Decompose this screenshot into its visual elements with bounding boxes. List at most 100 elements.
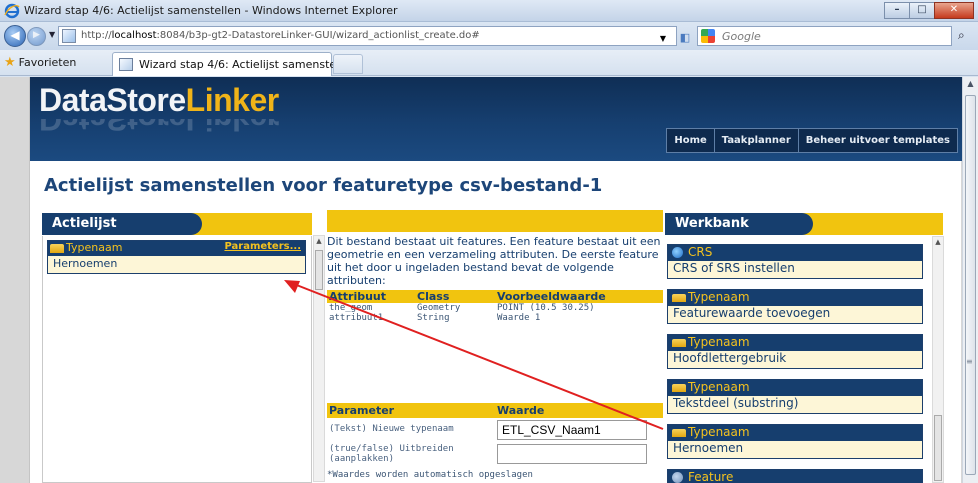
- action-type: Typenaam: [66, 241, 123, 254]
- scroll-thumb[interactable]: [315, 250, 323, 290]
- page-scrollbar[interactable]: ▲ ≡: [962, 77, 978, 483]
- folder-icon: [672, 294, 686, 302]
- logo-part-2: Linker: [185, 82, 280, 118]
- attributes-header-row: Attribuut Class Voorbeeldwaarde: [327, 290, 663, 303]
- parameters-link[interactable]: Parameters...: [224, 241, 301, 252]
- column-class: Class: [415, 290, 495, 303]
- column-attribuut: Attribuut: [327, 290, 415, 303]
- star-icon: ★: [4, 55, 16, 70]
- middle-scrollbar[interactable]: ▲: [313, 235, 325, 482]
- param-value-cell: [495, 418, 663, 442]
- forward-button[interactable]: ▶: [27, 27, 46, 46]
- folder-icon: [50, 244, 64, 253]
- url-path: :8084/b3p-gt2-DatastoreLinker-GUI/wizard…: [156, 30, 480, 41]
- history-dropdown-icon[interactable]: ▼: [49, 30, 55, 39]
- werkbank-item-type: Typenaam: [688, 290, 750, 304]
- window-titlebar: Wizard stap 4/6: Actielijst samenstellen…: [0, 0, 978, 22]
- werkbank-item-action: Featurewaarde toevoegen: [668, 306, 922, 323]
- scroll-thumb[interactable]: [934, 415, 942, 481]
- window-controls: – □ ✕: [884, 2, 974, 19]
- google-icon: [701, 29, 715, 43]
- arrow-right-icon: ▶: [33, 30, 40, 40]
- column-voorbeeldwaarde: Voorbeeldwaarde: [495, 290, 663, 303]
- nav-beheer-uitvoer-templates[interactable]: Beheer uitvoer templates: [797, 128, 958, 153]
- top-navigation: Home Taakplanner Beheer uitvoer template…: [666, 128, 958, 153]
- werkbank-item-hoofdletter[interactable]: Typenaam Hoofdlettergebruik: [667, 334, 923, 369]
- append-input[interactable]: [497, 444, 647, 464]
- nav-home[interactable]: Home: [666, 128, 714, 153]
- cell-attribuut: attribuut1: [329, 313, 384, 323]
- browser-tab[interactable]: Wizard stap 4/6: Actielijst samenstellen: [112, 52, 356, 76]
- middle-yellow-bar: [327, 210, 663, 232]
- scroll-up-icon[interactable]: ▲: [314, 237, 324, 245]
- actielijst-panel: Typenaam Parameters... Hernoemen: [42, 236, 312, 483]
- param-label: (Tekst) Nieuwe typenaam: [329, 424, 454, 434]
- site-logo[interactable]: DataStoreLinker: [39, 82, 279, 119]
- close-icon: ✕: [949, 4, 959, 15]
- actielijst-title: Actielijst: [42, 213, 202, 235]
- scroll-grip-icon: ≡: [966, 357, 973, 366]
- werkbank-item-action: CRS of SRS instellen: [668, 261, 922, 278]
- scroll-thumb[interactable]: [965, 95, 976, 475]
- werkbank-item-action: Hernoemen: [668, 441, 922, 458]
- table-row: (true/false) Uitbreiden (aanplakken): [327, 442, 663, 466]
- address-url[interactable]: http://localhost:8084/b3p-gt2-DatastoreL…: [81, 30, 480, 41]
- werkbank-item-type: Typenaam: [688, 425, 750, 439]
- folder-icon: [672, 384, 686, 392]
- werkbank-title: Werkbank: [665, 213, 813, 235]
- favorites-button[interactable]: ★ Favorieten: [4, 55, 76, 70]
- window-title: Wizard stap 4/6: Actielijst samenstellen…: [24, 4, 398, 17]
- compatibility-icon[interactable]: ◧: [677, 31, 693, 44]
- table-row: the_geom Geometry POINT (10.5 30.25): [327, 303, 663, 313]
- tab-title: Wizard stap 4/6: Actielijst samenstellen: [139, 58, 356, 71]
- globe-icon: [672, 247, 683, 258]
- new-typename-input[interactable]: [497, 420, 647, 440]
- cell-attribuut: the_geom: [329, 303, 373, 313]
- dropdown-icon[interactable]: ▼: [655, 31, 671, 44]
- werkbank-item-type: Typenaam: [688, 380, 750, 394]
- logo-part-1: DataStore: [39, 82, 186, 118]
- param-value-cell: [495, 442, 663, 466]
- folder-icon: [672, 429, 686, 437]
- new-tab-button[interactable]: [333, 54, 363, 74]
- cell-class: Geometry: [417, 303, 461, 313]
- action-name: Hernoemen: [48, 256, 305, 273]
- actielijst-item[interactable]: Typenaam Parameters... Hernoemen: [47, 240, 306, 274]
- werkbank-item-featurewaarde[interactable]: Typenaam Featurewaarde toevoegen: [667, 289, 923, 324]
- column-waarde: Waarde: [495, 403, 663, 418]
- table-row: attribuut1 String Waarde 1: [327, 313, 663, 323]
- nav-taakplanner[interactable]: Taakplanner: [713, 128, 798, 153]
- logo-reflection: DataStoreLinker: [39, 119, 279, 137]
- param-label: (true/false) Uitbreiden (aanplakken): [329, 444, 454, 464]
- url-prefix: http://: [81, 30, 112, 41]
- table-row: (Tekst) Nieuwe typenaam: [327, 418, 663, 442]
- scroll-up-icon[interactable]: ▲: [933, 238, 943, 246]
- search-icon[interactable]: ⌕: [958, 28, 965, 43]
- scroll-up-icon[interactable]: ▲: [963, 79, 978, 88]
- search-placeholder: Google: [722, 30, 761, 43]
- folder-icon: [672, 339, 686, 347]
- arrow-left-icon: ◀: [10, 28, 20, 42]
- parameters-table: Parameter Waarde (Tekst) Nieuwe typenaam…: [327, 403, 663, 466]
- werkbank-item-action: Tekstdeel (substring): [668, 396, 922, 413]
- close-button[interactable]: ✕: [934, 2, 974, 19]
- actielijst-header: Actielijst: [42, 213, 312, 235]
- werkbank-item-type: CRS: [688, 245, 713, 259]
- werkbank-item-hernoemen[interactable]: Typenaam Hernoemen: [667, 424, 923, 459]
- page-icon: [119, 58, 133, 71]
- autosave-note: *Waardes worden automatisch opgeslagen: [327, 470, 533, 480]
- werkbank-item-crs[interactable]: CRS CRS of SRS instellen: [667, 244, 923, 279]
- intro-text: Dit bestand bestaat uit features. Een fe…: [327, 235, 661, 287]
- back-button[interactable]: ◀: [4, 25, 26, 47]
- werkbank-item-tekstdeel[interactable]: Typenaam Tekstdeel (substring): [667, 379, 923, 414]
- address-bar[interactable]: http://localhost:8084/b3p-gt2-DatastoreL…: [58, 26, 734, 46]
- page-icon: [62, 29, 76, 43]
- maximize-button[interactable]: □: [909, 2, 935, 19]
- search-box[interactable]: Google: [697, 26, 952, 46]
- werkbank-scrollbar[interactable]: ▲: [932, 236, 944, 483]
- minimize-button[interactable]: –: [884, 2, 910, 19]
- address-toolbar: ◀ ▶ ▼ http://localhost:8084/b3p-gt2-Data…: [0, 22, 978, 50]
- internet-explorer-icon: [4, 3, 20, 19]
- werkbank-item-feature[interactable]: Feature: [667, 469, 923, 483]
- attributes-table: Attribuut Class Voorbeeldwaarde the_geom…: [327, 290, 663, 323]
